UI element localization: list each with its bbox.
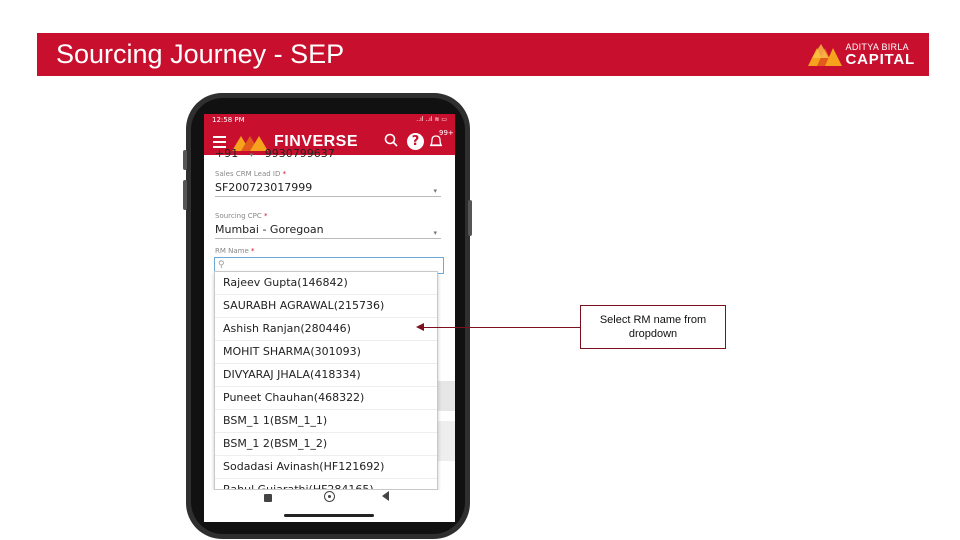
lead-id-value: SF200723017999 xyxy=(215,181,313,194)
dropdown-option[interactable]: BSM_1 1(BSM_1_1) xyxy=(215,410,437,433)
dropdown-option[interactable]: Ashish Ranjan(280446) xyxy=(215,318,437,341)
help-icon[interactable]: ? xyxy=(407,133,424,150)
dropdown-option[interactable]: DIVYARAJ JHALA(418334) xyxy=(215,364,437,387)
chevron-down-icon: ▾ xyxy=(433,188,437,195)
power-button xyxy=(468,200,472,236)
country-code: +91 xyxy=(215,147,239,160)
callout-box: Select RM name from dropdown xyxy=(580,305,726,349)
rm-name-label: RM Name xyxy=(215,247,249,255)
slide-title: Sourcing Journey - SEP xyxy=(56,39,345,69)
callout-text: Select RM name from dropdown xyxy=(599,314,707,340)
dropdown-option[interactable]: BSM_1 2(BSM_1_2) xyxy=(215,433,437,456)
gesture-pill xyxy=(284,514,374,517)
volume-button xyxy=(183,180,187,210)
lead-id-field[interactable]: Sales CRM Lead ID * SF200723017999 ▾ xyxy=(215,170,441,197)
chevron-down-icon: ▾ xyxy=(249,151,254,159)
rm-name-field: RM Name * xyxy=(215,247,255,255)
back-icon[interactable] xyxy=(382,491,389,501)
search-icon[interactable] xyxy=(384,133,398,147)
dropdown-option[interactable]: MOHIT SHARMA(301093) xyxy=(215,341,437,364)
home-icon[interactable] xyxy=(324,491,335,502)
dropdown-option[interactable]: Puneet Chauhan(468322) xyxy=(215,387,437,410)
dropdown-option[interactable]: Sodadasi Avinash(HF121692) xyxy=(215,456,437,479)
sourcing-cpc-field[interactable]: Sourcing CPC * Mumbai - Goregoan ▾ xyxy=(215,212,441,239)
callout-arrow xyxy=(423,327,580,328)
arrow-head-icon xyxy=(416,323,424,331)
slide-header: Sourcing Journey - SEP ADITYA BIRLA CAPI… xyxy=(37,33,929,76)
mobile-field[interactable]: +91 ▾ 9930799637 xyxy=(215,147,335,160)
status-time: 12:58 PM xyxy=(212,116,245,124)
recents-icon[interactable] xyxy=(264,494,272,502)
status-bar: 12:58 PM ..ıl ..ıl ≋ ▭ xyxy=(204,114,455,128)
status-icons: ..ıl ..ıl ≋ ▭ xyxy=(416,116,447,123)
sun-logo-icon xyxy=(807,44,842,66)
mobile-number: 9930799637 xyxy=(264,147,335,160)
rm-name-dropdown[interactable]: Rajeev Gupta(146842) SAURABH AGRAWAL(215… xyxy=(214,271,438,490)
chevron-down-icon: ▾ xyxy=(433,230,437,237)
logo-line2: CAPITAL xyxy=(845,51,915,68)
aditya-birla-logo: ADITYA BIRLA CAPITAL xyxy=(807,41,915,69)
sourcing-cpc-label: Sourcing CPC xyxy=(215,212,262,220)
search-icon: ⚲ xyxy=(218,259,225,269)
dropdown-option[interactable]: Rahul Gujarathi(HF284165) xyxy=(215,479,437,489)
dropdown-option[interactable]: SAURABH AGRAWAL(215736) xyxy=(215,295,437,318)
volume-button xyxy=(183,150,187,170)
sourcing-cpc-value: Mumbai - Goregoan xyxy=(215,223,324,236)
phone-screen: 12:58 PM ..ıl ..ıl ≋ ▭ FINVERSE ? 99+ +9… xyxy=(204,114,455,490)
dropdown-option[interactable]: Rajeev Gupta(146842) xyxy=(215,272,437,295)
lead-id-label: Sales CRM Lead ID xyxy=(215,170,281,178)
android-nav-bar xyxy=(204,490,455,522)
notification-badge: 99+ xyxy=(439,129,454,137)
